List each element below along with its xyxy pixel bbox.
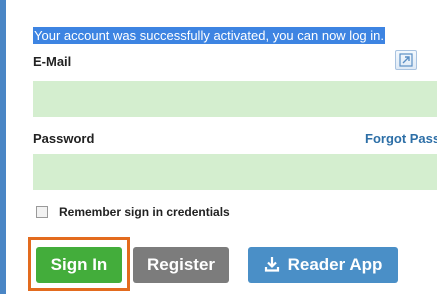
email-label: E-Mail (33, 54, 72, 69)
reader-app-label: Reader App (287, 255, 383, 274)
activation-success-message: Your account was successfully activated,… (33, 27, 385, 44)
signin-button[interactable]: Sign In (36, 247, 122, 283)
password-field[interactable] (33, 154, 437, 190)
login-panel: Your account was successfully activated,… (0, 0, 437, 294)
remember-label: Remember sign in credentials (59, 205, 230, 219)
reader-app-button[interactable]: Reader App (248, 247, 398, 283)
download-icon (264, 257, 279, 272)
remember-checkbox[interactable] (36, 206, 48, 218)
password-label: Password (33, 131, 95, 146)
expand-button[interactable] (395, 50, 417, 70)
email-field[interactable] (33, 81, 437, 117)
forgot-password-link[interactable]: Forgot Passw (365, 130, 437, 148)
expand-icon (399, 53, 413, 67)
register-button[interactable]: Register (133, 247, 229, 283)
